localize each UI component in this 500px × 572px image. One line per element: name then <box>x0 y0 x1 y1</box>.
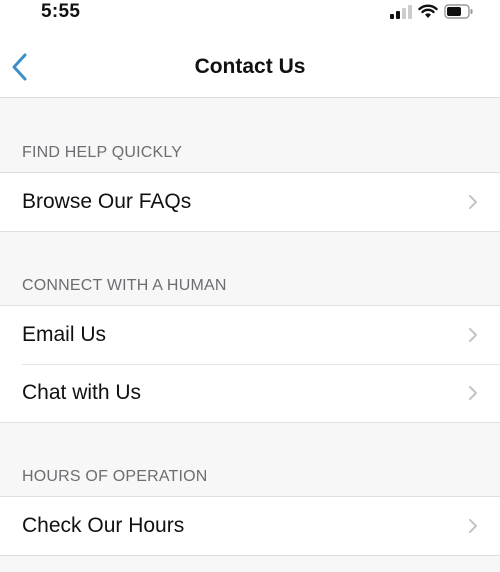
section-header-label: FIND HELP QUICKLY <box>22 144 183 161</box>
contact-options-list: FIND HELP QUICKLY Browse Our FAQs CONNEC… <box>0 99 500 556</box>
page-title: Contact Us <box>194 55 306 78</box>
chat-with-us-row[interactable]: Chat with Us <box>0 364 500 422</box>
section-header-label: CONNECT WITH A HUMAN <box>22 277 227 294</box>
row-label: Chat with Us <box>22 381 142 404</box>
status-icons <box>390 4 474 19</box>
status-time: 5:55 <box>41 1 81 22</box>
section-header-hours: HOURS OF OPERATION <box>0 423 500 496</box>
wifi-icon <box>418 4 438 18</box>
section-header-find-help: FIND HELP QUICKLY <box>0 99 500 172</box>
email-us-row[interactable]: Email Us <box>0 306 500 364</box>
status-bar: 5:55 <box>0 0 500 26</box>
navigation-bar: Contact Us <box>0 26 500 98</box>
section-group-hours: Check Our Hours <box>0 496 500 556</box>
browse-faqs-row[interactable]: Browse Our FAQs <box>0 173 500 231</box>
check-hours-row[interactable]: Check Our Hours <box>0 497 500 555</box>
row-label: Browse Our FAQs <box>22 190 192 213</box>
section-header-label: HOURS OF OPERATION <box>22 468 208 485</box>
chevron-right-icon <box>469 519 477 533</box>
row-label: Email Us <box>22 323 107 346</box>
row-label: Check Our Hours <box>22 514 185 537</box>
chevron-right-icon <box>469 195 477 209</box>
section-group-find-help: Browse Our FAQs <box>0 172 500 232</box>
section-header-connect: CONNECT WITH A HUMAN <box>0 232 500 305</box>
chevron-right-icon <box>469 328 477 342</box>
battery-icon <box>444 4 473 19</box>
cellular-signal-icon <box>390 4 412 19</box>
chevron-right-icon <box>469 386 477 400</box>
section-group-connect: Email Us Chat with Us <box>0 305 500 423</box>
